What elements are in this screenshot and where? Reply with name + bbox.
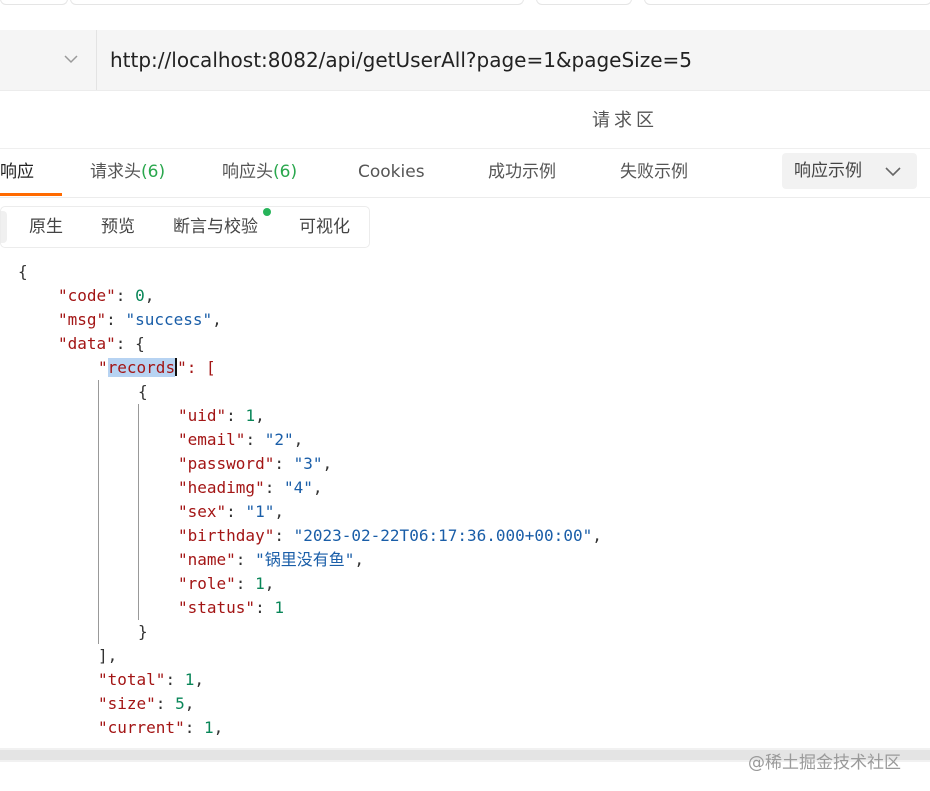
json-viewer[interactable]: { "code": 0, "msg": "success", "data": {… [0, 256, 930, 748]
tab-cookies[interactable]: Cookies [358, 149, 425, 195]
json-brace: { [18, 262, 28, 281]
selected-text: records [107, 358, 176, 377]
json-key: "name" [178, 550, 236, 569]
json-key: "headimg" [178, 478, 265, 497]
json-brace: { [138, 382, 148, 401]
chevron-down-icon [885, 167, 901, 177]
json-line: } [138, 620, 148, 644]
request-url-bar: http://localhost:8082/api/getUserAll?pag… [0, 30, 930, 91]
active-tab-indicator [0, 193, 62, 196]
tab-success-example[interactable]: 成功示例 [488, 149, 556, 195]
json-line: "total": 1, [98, 670, 204, 689]
json-key: "size" [98, 694, 156, 713]
json-line: { [138, 380, 148, 404]
json-line: "birthday": "2023-02-22T06:17:36.000+00:… [178, 526, 602, 545]
json-line: "headimg": "4", [178, 478, 323, 497]
json-line: "size": 5, [98, 694, 195, 713]
json-key: "email" [178, 430, 246, 449]
json-string: "3" [293, 454, 323, 473]
url-input[interactable]: http://localhost:8082/api/getUserAll?pag… [110, 30, 692, 90]
json-key: "data" [58, 334, 116, 353]
json-key: "code" [58, 286, 116, 305]
json-key: "current" [98, 718, 185, 737]
view-mode-tabs: 原生 预览 断言与校验 可视化 [0, 206, 370, 248]
view-tab-preview[interactable]: 预览 [101, 207, 135, 247]
json-number: 1 [274, 598, 284, 617]
selected-view-indicator [1, 211, 7, 243]
count-badge: (6) [141, 162, 166, 182]
tab-request-headers[interactable]: 请求头(6) [90, 149, 165, 195]
json-number: 1 [245, 406, 256, 425]
json-string: "4" [283, 478, 313, 497]
json-number: 1 [255, 574, 265, 593]
json-line: ], [98, 644, 117, 668]
json-bracket: ], [98, 646, 118, 665]
watermark: @稀土掘金技术社区 [748, 753, 901, 773]
json-key: "status" [178, 598, 256, 617]
json-line: "role": 1, [178, 574, 275, 593]
json-line: "email": "2", [178, 430, 304, 449]
select-label: 响应示例 [794, 161, 862, 181]
json-line: "sex": "1", [178, 502, 284, 521]
json-key: "sex" [178, 502, 227, 521]
json-line: "password": "3", [178, 454, 333, 473]
json-key: "role" [178, 574, 236, 593]
json-line: "status": 1 [178, 598, 284, 617]
json-line: "records ": [ [98, 356, 216, 380]
json-key: "password" [178, 454, 275, 473]
top-tab-fragment [644, 0, 930, 5]
json-number: 1 [203, 718, 214, 737]
json-string: "锅里没有鱼" [255, 550, 355, 569]
tab-label: 请求头 [90, 162, 141, 182]
json-number: 1 [184, 670, 195, 689]
json-string: "1" [245, 502, 275, 521]
json-line: "data": { [58, 334, 145, 353]
json-key: "birthday" [178, 526, 275, 545]
json-key: "total" [98, 670, 166, 689]
json-line: "current": 1, [98, 718, 224, 737]
json-line: "code": 0, [58, 286, 155, 305]
json-brace: } [138, 622, 148, 641]
tab-label: 响应头 [222, 162, 273, 182]
status-dot [263, 208, 271, 216]
json-number: 5 [175, 694, 185, 713]
json-string: "success" [125, 310, 213, 329]
json-string: "2023-02-22T06:17:36.000+00:00" [293, 526, 593, 545]
tab-response-headers[interactable]: 响应头(6) [222, 149, 297, 195]
chevron-down-icon [64, 55, 78, 64]
tab-fail-example[interactable]: 失败示例 [620, 149, 688, 195]
view-tab-assert[interactable]: 断言与校验 [173, 207, 258, 247]
view-tab-visualize[interactable]: 可视化 [299, 207, 350, 247]
tab-label: 响应 [0, 162, 34, 182]
json-key: "uid" [178, 406, 227, 425]
response-example-select[interactable]: 响应示例 [782, 153, 917, 189]
top-tab-fragment [536, 0, 632, 5]
count-badge: (6) [273, 162, 298, 182]
top-strip [0, 0, 930, 30]
json-line: "name": "锅里没有鱼", [178, 550, 364, 569]
json-key-tail: ": [ [177, 358, 216, 377]
indent-guide [138, 404, 139, 620]
method-select[interactable] [0, 30, 97, 90]
top-tab-fragment [0, 0, 68, 5]
json-string: "2" [264, 430, 294, 449]
top-tab-fragment [70, 0, 524, 5]
json-line: "msg": "success", [58, 310, 222, 329]
json-key-quote: " [98, 358, 108, 377]
json-line: "uid": 1, [178, 406, 265, 425]
view-tab-raw[interactable]: 原生 [29, 207, 63, 247]
json-key: "msg" [58, 310, 107, 329]
tab-response[interactable]: 响应 [0, 149, 34, 195]
json-brace: { [135, 334, 145, 353]
json-number: 0 [135, 286, 145, 305]
json-line: { [18, 260, 28, 284]
section-title: 请求区 [592, 110, 658, 131]
indent-guide [98, 380, 99, 644]
